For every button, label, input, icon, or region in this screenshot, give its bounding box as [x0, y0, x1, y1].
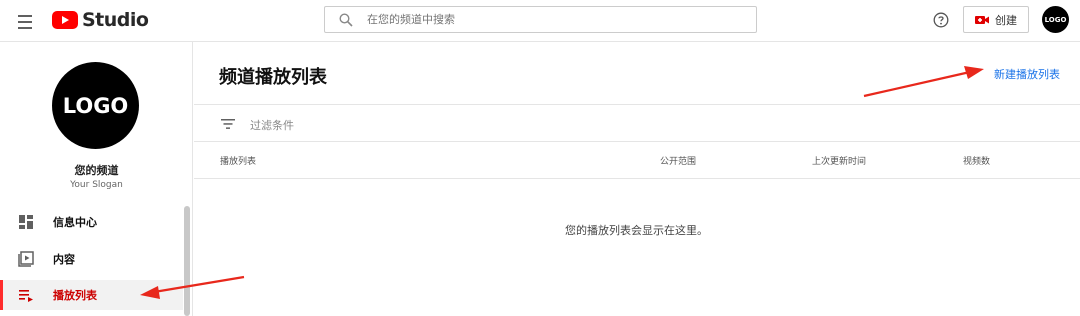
sidebar-item-label: 播放列表: [53, 289, 97, 302]
video-camera-icon: [975, 15, 989, 24]
search-input[interactable]: [365, 12, 749, 27]
create-label: 创建: [995, 13, 1017, 27]
filter-input[interactable]: 过滤条件: [250, 117, 294, 133]
sidebar-item-playlists[interactable]: 播放列表: [0, 280, 183, 310]
search-icon: [339, 12, 353, 27]
top-bar: Studio 创建 LOGO: [0, 0, 1080, 42]
divider: [194, 178, 1080, 179]
channel-avatar[interactable]: LOGO: [52, 62, 139, 149]
column-header-visibility[interactable]: 公开范围: [660, 154, 696, 167]
sidebar-item-label: 内容: [53, 253, 75, 266]
youtube-studio-logo[interactable]: Studio: [52, 9, 149, 31]
page-title: 频道播放列表: [219, 67, 327, 88]
sidebar-item-label: 信息中心: [53, 216, 97, 229]
annotation-arrow: [863, 66, 984, 98]
filter-icon[interactable]: [221, 118, 235, 130]
sidebar-scrollbar[interactable]: [184, 206, 190, 316]
sidebar: LOGO 您的频道 Your Slogan 信息中心 内容 播放列表: [0, 42, 193, 316]
youtube-logo-icon: [52, 11, 78, 29]
empty-state-message: 您的播放列表会显示在这里。: [565, 224, 708, 237]
account-avatar[interactable]: LOGO: [1042, 6, 1069, 33]
column-header-video-count[interactable]: 视频数: [963, 154, 990, 167]
content-icon: [18, 251, 34, 267]
create-button[interactable]: 创建: [963, 6, 1029, 33]
new-playlist-link[interactable]: 新建播放列表: [994, 66, 1060, 82]
search-box[interactable]: [324, 6, 757, 33]
dashboard-icon: [19, 215, 33, 229]
column-header-last-updated[interactable]: 上次更新时间: [812, 154, 866, 167]
column-header-playlist[interactable]: 播放列表: [220, 154, 256, 167]
sidebar-item-content[interactable]: 内容: [0, 244, 183, 274]
sidebar-item-dashboard[interactable]: 信息中心: [0, 207, 183, 237]
divider: [194, 104, 1080, 105]
channel-name: 您的频道: [74, 164, 119, 177]
channel-slogan: Your Slogan: [70, 180, 123, 190]
divider: [194, 141, 1080, 142]
playlist-icon: [19, 290, 33, 302]
help-icon[interactable]: [933, 12, 949, 28]
hamburger-menu-icon[interactable]: [14, 10, 36, 32]
logo-text: Studio: [82, 9, 149, 31]
